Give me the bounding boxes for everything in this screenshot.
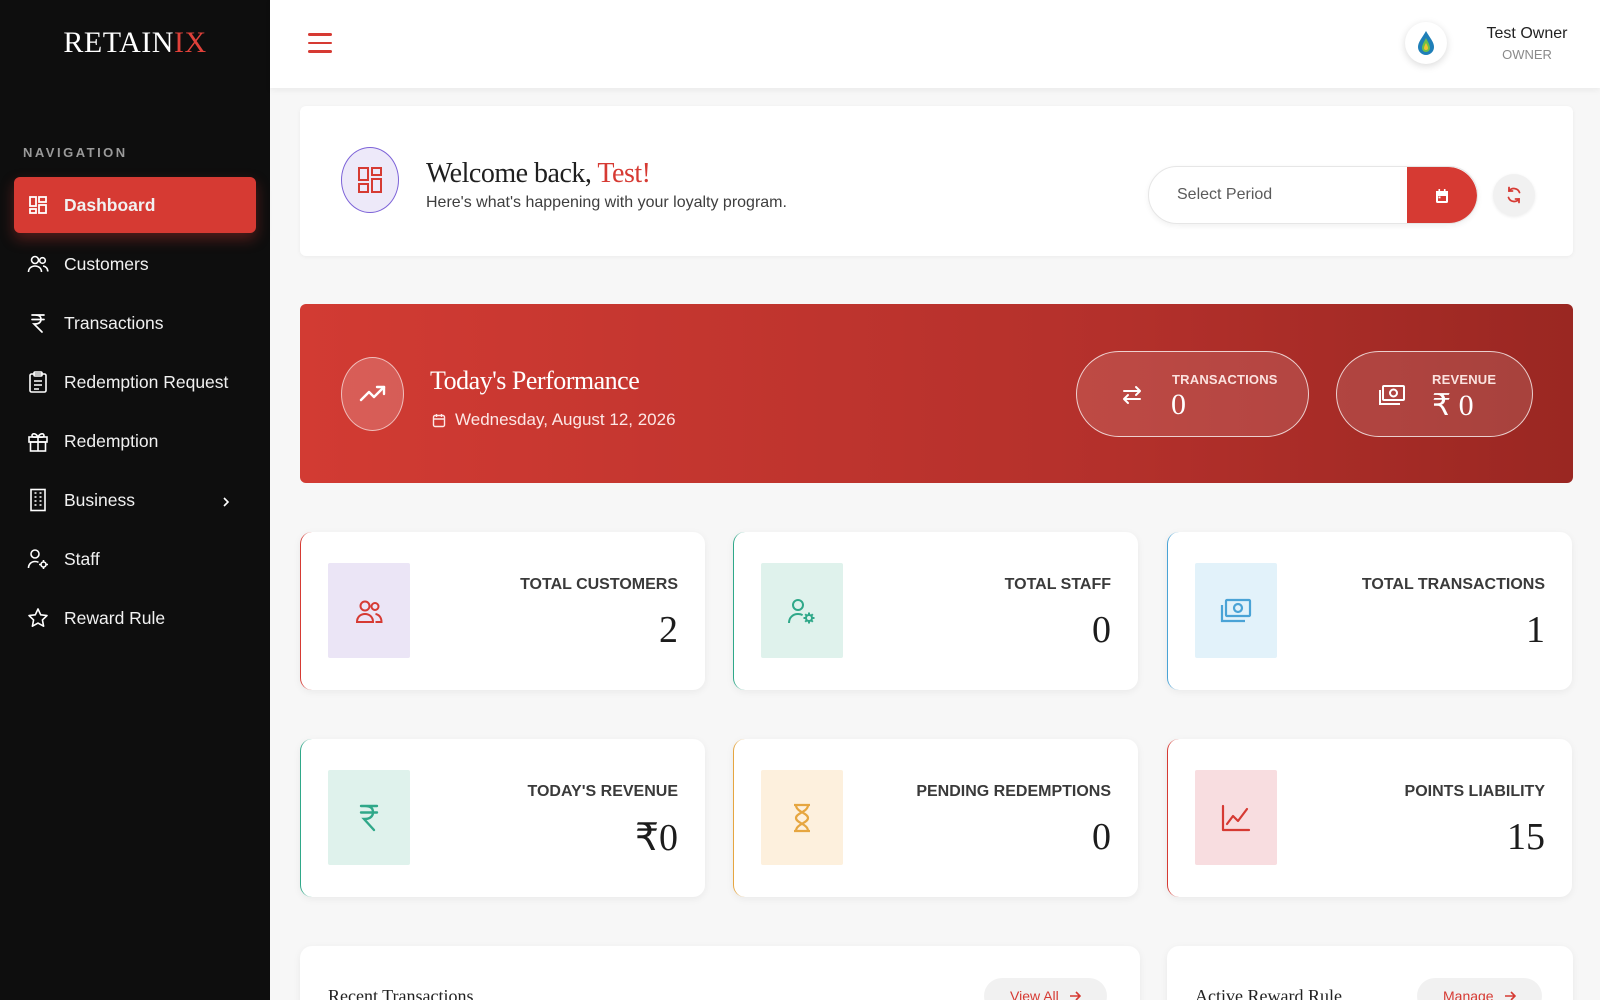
sidebar-item-label: Staff	[64, 548, 100, 569]
sidebar-item-dashboard[interactable]: Dashboard	[14, 177, 256, 233]
arrow-right-icon	[1504, 988, 1516, 1000]
stat-value: 1	[1526, 609, 1545, 651]
sidebar-item-redemption-request[interactable]: Redemption Request	[14, 354, 256, 410]
menu-toggle-icon[interactable]	[308, 33, 332, 53]
topbar: Test Owner OWNER	[270, 0, 1600, 88]
refresh-icon	[1507, 186, 1521, 204]
sidebar-item-customers[interactable]: Customers	[14, 236, 256, 292]
active-reward-rule-card: Active Reward Rule Manage	[1167, 946, 1573, 1000]
transactions-pill: TRANSACTIONS 0	[1076, 351, 1309, 437]
stat-value: 2	[659, 609, 678, 651]
arrow-right-icon	[1069, 988, 1081, 1000]
calendar-button[interactable]	[1407, 167, 1477, 223]
stat-label: PENDING REDEMPTIONS	[916, 783, 1111, 800]
money-icon	[1195, 563, 1277, 658]
stat-value: 0	[1092, 609, 1111, 651]
sidebar-item-redemption[interactable]: Redemption	[14, 413, 256, 469]
nav-heading: NAVIGATION	[23, 145, 128, 160]
welcome-greeting: Welcome back,	[426, 158, 592, 189]
logo-accent: IX	[173, 26, 207, 59]
chart-line-icon	[1195, 770, 1277, 865]
revenue-pill: REVENUE ₹ 0	[1336, 351, 1533, 437]
logo-main: RETAIN	[63, 26, 174, 59]
performance-date-text: Wednesday, August 12, 2026	[455, 410, 676, 429]
recent-transactions-card: Recent Transactions View All	[300, 946, 1140, 1000]
user-avatar[interactable]	[1405, 22, 1447, 64]
sidebar-item-business[interactable]: Business	[14, 472, 256, 528]
avatar-logo-icon	[1418, 31, 1434, 55]
transactions-value: 0	[1171, 388, 1186, 421]
stat-label: TOTAL STAFF	[1004, 576, 1111, 593]
performance-date: Wednesday, August 12, 2026	[432, 410, 676, 430]
stat-label: POINTS LIABILITY	[1404, 783, 1545, 800]
sidebar-item-transactions[interactable]: Transactions	[14, 295, 256, 351]
money-icon	[1377, 380, 1407, 410]
user-name[interactable]: Test Owner	[1462, 25, 1592, 43]
stat-label: TOTAL TRANSACTIONS	[1361, 576, 1545, 593]
building-icon	[26, 488, 50, 512]
stat-label: TOTAL CUSTOMERS	[520, 576, 678, 593]
rupee-icon	[26, 311, 50, 335]
hourglass-icon	[761, 770, 843, 865]
dashboard-icon	[26, 193, 50, 217]
sidebar-nav: Dashboard Customers Transactions Redempt…	[14, 177, 256, 649]
stat-card-total-transactions[interactable]: TOTAL TRANSACTIONS 1	[1167, 532, 1572, 690]
sidebar-item-reward-rule[interactable]: Reward Rule	[14, 590, 256, 646]
period-selector[interactable]: Select Period	[1148, 166, 1478, 224]
welcome-card: Welcome back, Test! Here's what's happen…	[300, 106, 1573, 256]
app-logo[interactable]: RETAINIX	[0, 26, 270, 60]
welcome-user-name: Test	[597, 158, 642, 189]
calendar-icon	[432, 413, 446, 428]
performance-title: Today's Performance	[430, 366, 640, 395]
user-role: OWNER	[1502, 47, 1552, 62]
sidebar-item-label: Reward Rule	[64, 607, 166, 628]
stat-card-total-customers[interactable]: TOTAL CUSTOMERS 2	[300, 532, 705, 690]
sidebar: RETAINIX NAVIGATION Dashboard Customers …	[0, 0, 270, 1000]
manage-label: Manage	[1443, 988, 1494, 1000]
star-icon	[26, 606, 50, 630]
stat-value: 0	[1092, 816, 1111, 858]
refresh-button[interactable]	[1493, 174, 1535, 216]
sidebar-item-label: Redemption	[64, 430, 159, 451]
sidebar-item-label: Business	[64, 489, 136, 510]
sidebar-item-staff[interactable]: Staff	[14, 531, 256, 587]
swap-arrows-icon	[1117, 380, 1147, 410]
view-all-button[interactable]: View All	[984, 978, 1107, 1000]
welcome-title: Welcome back, Test!	[426, 158, 651, 190]
active-reward-rule-title: Active Reward Rule	[1195, 986, 1342, 1000]
sidebar-item-label: Redemption Request	[64, 371, 229, 392]
revenue-label: REVENUE	[1432, 372, 1497, 387]
clipboard-icon	[26, 370, 50, 394]
chevron-right-icon	[222, 492, 230, 513]
recent-transactions-title: Recent Transactions	[328, 986, 474, 1000]
transactions-label: TRANSACTIONS	[1172, 372, 1278, 387]
revenue-value: ₹ 0	[1432, 389, 1474, 422]
welcome-subtitle: Here's what's happening with your loyalt…	[426, 194, 787, 211]
stat-value: 15	[1507, 816, 1545, 858]
user-gear-icon	[26, 547, 50, 571]
user-gear-icon	[761, 563, 843, 658]
stat-card-pending-redemptions[interactable]: PENDING REDEMPTIONS 0	[733, 739, 1138, 897]
sidebar-item-label: Customers	[64, 253, 149, 274]
sidebar-item-label: Dashboard	[64, 194, 156, 215]
welcome-exclaim: !	[641, 158, 651, 189]
stat-label: TODAY'S REVENUE	[527, 783, 678, 800]
stat-card-todays-revenue[interactable]: TODAY'S REVENUE ₹0	[300, 739, 705, 897]
gift-icon	[26, 429, 50, 453]
view-all-label: View All	[1010, 988, 1059, 1000]
stat-card-total-staff[interactable]: TOTAL STAFF 0	[733, 532, 1138, 690]
manage-button[interactable]: Manage	[1417, 978, 1542, 1000]
trending-up-icon	[341, 357, 404, 431]
period-input[interactable]: Select Period	[1177, 186, 1272, 204]
stat-value: ₹0	[634, 817, 678, 859]
users-icon	[26, 252, 50, 276]
sidebar-item-label: Transactions	[64, 312, 164, 333]
rupee-icon	[328, 770, 410, 865]
stat-card-points-liability[interactable]: POINTS LIABILITY 15	[1167, 739, 1572, 897]
users-icon	[328, 563, 410, 658]
today-performance-banner: Today's Performance Wednesday, August 12…	[300, 304, 1573, 483]
calendar-icon	[1436, 189, 1448, 203]
dashboard-icon	[341, 147, 399, 213]
